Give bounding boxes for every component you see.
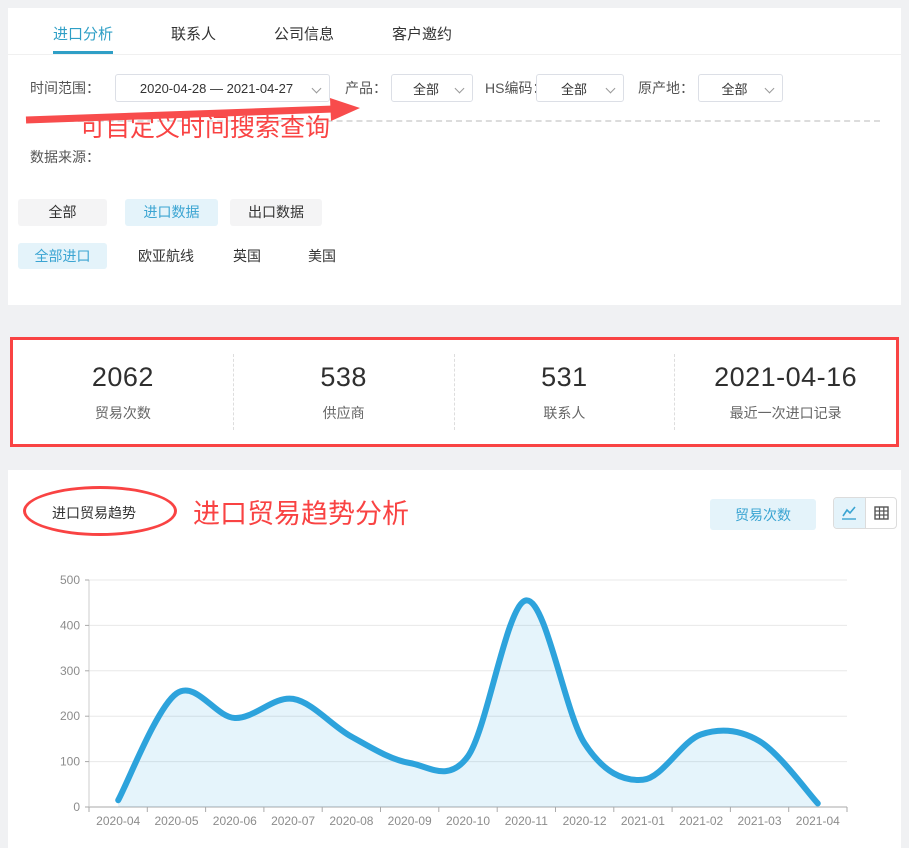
stat-label: 联系人 bbox=[543, 403, 585, 423]
svg-text:2020-12: 2020-12 bbox=[563, 814, 607, 828]
stat-value: 2062 bbox=[92, 362, 154, 393]
trend-chart-panel: 进口贸易趋势 进口贸易趋势分析 贸易次数 0 100 200 300 400 bbox=[8, 470, 901, 848]
tab-contacts[interactable]: 联系人 bbox=[171, 8, 216, 54]
annotation-filter-note: 可自定义时间搜索查询 bbox=[80, 108, 330, 144]
stat-value: 2021-04-16 bbox=[714, 362, 857, 393]
stat-label: 供应商 bbox=[323, 403, 365, 423]
tab-customer-invite[interactable]: 客户邀约 bbox=[392, 8, 452, 54]
svg-text:2021-02: 2021-02 bbox=[679, 814, 723, 828]
svg-text:2020-07: 2020-07 bbox=[271, 814, 315, 828]
table-icon bbox=[874, 506, 889, 520]
svg-text:2020-09: 2020-09 bbox=[388, 814, 432, 828]
stat-contacts: 531 联系人 bbox=[455, 354, 676, 430]
svg-text:2020-04: 2020-04 bbox=[96, 814, 140, 828]
time-range-label: 时间范围： bbox=[30, 74, 100, 102]
product-value: 全部 bbox=[402, 79, 450, 98]
chart-title: 进口贸易趋势 bbox=[52, 503, 136, 523]
hs-code-select[interactable]: 全部 bbox=[536, 74, 624, 102]
origin-select[interactable]: 全部 bbox=[698, 74, 783, 102]
svg-text:2021-03: 2021-03 bbox=[737, 814, 781, 828]
svg-text:500: 500 bbox=[60, 573, 80, 587]
route-tab-usa[interactable]: 美国 bbox=[308, 246, 336, 266]
main-tabbar: 进口分析 联系人 公司信息 客户邀约 bbox=[8, 8, 901, 55]
chevron-down-icon bbox=[606, 84, 616, 94]
stat-label: 最近一次进口记录 bbox=[730, 403, 842, 423]
svg-text:2020-05: 2020-05 bbox=[154, 814, 198, 828]
svg-text:100: 100 bbox=[60, 755, 80, 769]
stat-latest-import: 2021-04-16 最近一次进口记录 bbox=[675, 354, 896, 430]
chart-view-toggle bbox=[833, 497, 897, 529]
series-trade-count-button[interactable]: 贸易次数 bbox=[710, 499, 816, 530]
hs-code-value: 全部 bbox=[547, 79, 601, 98]
chevron-down-icon bbox=[312, 84, 322, 94]
stat-suppliers: 538 供应商 bbox=[234, 354, 455, 430]
origin-label: 原产地： bbox=[638, 74, 694, 102]
summary-stats-panel: 2062 贸易次数 538 供应商 531 联系人 2021-04-16 最近一… bbox=[10, 337, 899, 447]
chip-all[interactable]: 全部 bbox=[18, 199, 107, 226]
chip-export-data[interactable]: 出口数据 bbox=[230, 199, 322, 226]
svg-text:200: 200 bbox=[60, 709, 80, 723]
route-tabs: 全部进口 欧亚航线 英国 美国 bbox=[18, 243, 336, 269]
svg-text:2020-06: 2020-06 bbox=[213, 814, 257, 828]
chevron-down-icon bbox=[455, 84, 465, 94]
line-chart-icon bbox=[841, 506, 858, 521]
data-source-label: 数据来源： bbox=[30, 147, 100, 167]
table-view-button[interactable] bbox=[865, 498, 896, 528]
svg-text:0: 0 bbox=[73, 800, 80, 814]
line-chart-view-button[interactable] bbox=[834, 498, 865, 528]
time-range-select[interactable]: 2020-04-28 — 2021-04-27 bbox=[115, 74, 330, 102]
chevron-down-icon bbox=[765, 84, 775, 94]
svg-text:2020-08: 2020-08 bbox=[329, 814, 373, 828]
route-tab-eurasia[interactable]: 欧亚航线 bbox=[138, 246, 194, 266]
svg-text:2021-01: 2021-01 bbox=[621, 814, 665, 828]
origin-value: 全部 bbox=[709, 79, 760, 98]
chip-import-data[interactable]: 进口数据 bbox=[125, 199, 218, 226]
product-label: 产品： bbox=[345, 74, 387, 102]
product-select[interactable]: 全部 bbox=[391, 74, 473, 102]
svg-text:2021-04: 2021-04 bbox=[796, 814, 840, 828]
stat-value: 531 bbox=[541, 362, 588, 393]
page: 进口分析 联系人 公司信息 客户邀约 时间范围： 2020-04-28 — 20… bbox=[0, 0, 909, 848]
data-source-buttons: 全部 进口数据 出口数据 bbox=[18, 199, 322, 226]
stat-trade-count: 2062 贸易次数 bbox=[13, 354, 234, 430]
svg-text:400: 400 bbox=[60, 618, 80, 632]
annotation-chart-note: 进口贸易趋势分析 bbox=[193, 492, 409, 531]
route-tab-uk[interactable]: 英国 bbox=[233, 246, 261, 266]
svg-text:300: 300 bbox=[60, 664, 80, 678]
svg-text:2020-11: 2020-11 bbox=[505, 814, 548, 828]
filter-panel: 进口分析 联系人 公司信息 客户邀约 时间范围： 2020-04-28 — 20… bbox=[8, 8, 901, 305]
route-tab-all-imports[interactable]: 全部进口 bbox=[18, 243, 107, 269]
tab-import-analysis[interactable]: 进口分析 bbox=[53, 8, 113, 54]
trend-area-chart[interactable]: 0 100 200 300 400 500 2020-04 2020-05 2020-06 202… bbox=[8, 560, 901, 848]
tab-company-info[interactable]: 公司信息 bbox=[274, 8, 334, 54]
time-range-value: 2020-04-28 — 2021-04-27 bbox=[126, 81, 307, 96]
stat-value: 538 bbox=[320, 362, 367, 393]
svg-text:2020-10: 2020-10 bbox=[446, 814, 490, 828]
stat-label: 贸易次数 bbox=[95, 403, 151, 423]
